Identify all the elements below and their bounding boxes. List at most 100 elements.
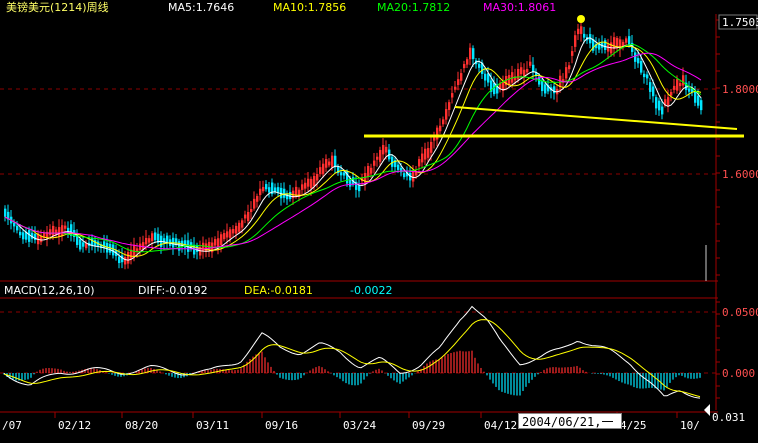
candle-body [373, 160, 376, 166]
candle-body [421, 153, 424, 163]
macd-header: MACD(12,26,10) DIFF:-0.0192 DEA:-0.0181 … [4, 284, 392, 297]
candle-body [646, 74, 649, 79]
candle-body [229, 229, 232, 238]
macd-bars-layer [3, 350, 701, 396]
chart-title: 美镑美元(1214)周线 [6, 0, 109, 14]
date-label: 09/29 [412, 419, 445, 432]
candle-body [19, 231, 22, 236]
candle-body [652, 86, 655, 97]
candle-body [328, 161, 331, 166]
candle-body [649, 82, 652, 92]
ma-line-ma30 [4, 52, 702, 250]
candle-body [508, 75, 511, 86]
cursor-date-box[interactable]: 2004/06/21,一 [518, 413, 622, 429]
candle-body [307, 178, 310, 187]
candle-body [148, 238, 151, 243]
header-row: 美镑美元(1214)周线 MA5:1.7646 MA10:1.7856 MA20… [6, 0, 556, 14]
candle-body [208, 241, 211, 251]
ma-line-ma10 [4, 41, 702, 257]
candle-body [616, 37, 619, 47]
candle-body [607, 44, 610, 52]
candle-body [418, 159, 421, 167]
candle-body [424, 148, 427, 160]
candle-body [202, 242, 205, 251]
candle-body [478, 63, 481, 68]
candle-body [82, 242, 85, 247]
candle-body [580, 26, 583, 34]
date-axis: /07 02/12 08/20 03/11 09/16 03/24 09/29 04/12 4/… [0, 404, 745, 432]
candle-body [574, 35, 577, 47]
ma-line-ma5 [4, 37, 702, 261]
candle-body [700, 100, 703, 111]
candle-body [247, 211, 250, 222]
date-label: /07 [2, 419, 22, 432]
candle-body [403, 173, 406, 178]
candle-body [439, 125, 442, 132]
candle-body [28, 230, 31, 242]
candle-body [544, 84, 547, 94]
candle-body [58, 227, 61, 237]
chart-canvas[interactable]: 美镑美元(1214)周线 MA5:1.7646 MA10:1.7856 MA20… [0, 0, 758, 443]
candle-body [55, 229, 58, 235]
candle-body [283, 188, 286, 198]
candle-body [628, 36, 631, 46]
candle-body [613, 37, 616, 50]
macd-value-label: -0.0022 [350, 284, 392, 297]
ma-line-ma20 [4, 43, 702, 253]
date-label: 03/11 [196, 419, 229, 432]
candle-body [667, 97, 670, 106]
candle-body [583, 33, 586, 38]
candle-body [232, 229, 235, 234]
candle-body [151, 233, 154, 242]
candle-body [568, 65, 571, 70]
candle-body [517, 68, 520, 80]
corner-value: 0.031 [712, 411, 745, 424]
candle-body [154, 232, 157, 241]
candle-body [379, 149, 382, 162]
candle-body [70, 224, 73, 236]
candle-body [427, 148, 430, 158]
macd-diff-label: DIFF:-0.0192 [138, 284, 208, 297]
candle-body [325, 159, 328, 168]
trend-line-neckline[interactable] [454, 106, 738, 130]
candle-body [679, 83, 682, 87]
candle-body [577, 28, 580, 35]
candle-body [358, 185, 361, 192]
candle-body [541, 81, 544, 92]
candle-body [463, 63, 466, 69]
ma-lines-layer [4, 37, 702, 261]
candles-layer [4, 20, 703, 270]
candle-body [253, 198, 256, 209]
candle-body [223, 233, 226, 240]
date-label: 10/ [680, 419, 700, 432]
candle-body [265, 184, 268, 190]
scroll-left-arrow-icon[interactable] [704, 404, 710, 416]
ma5-label: MA5:1.7646 [168, 1, 234, 14]
candle-body [532, 64, 535, 73]
candle-body [214, 239, 217, 246]
candle-body [451, 93, 454, 98]
candle-body [553, 86, 556, 94]
candle-body [22, 232, 25, 240]
candle-body [238, 222, 241, 232]
candle-body [340, 172, 343, 176]
candle-body [454, 86, 457, 90]
candle-body [268, 187, 271, 193]
candle-body [658, 100, 661, 111]
candle-body [103, 241, 106, 249]
candle-body [64, 225, 67, 229]
candle-body [262, 186, 265, 192]
candle-body [376, 156, 379, 160]
candle-body [94, 240, 97, 247]
candle-body [688, 88, 691, 92]
candle-body [625, 38, 628, 43]
candle-body [676, 79, 679, 91]
candle-body [226, 231, 229, 238]
price-axis-label-low: 1.6000 [722, 168, 758, 181]
candle-body [673, 85, 676, 90]
candle-body [274, 187, 277, 192]
candle-body [343, 172, 346, 176]
macd-dea-label: DEA:-0.0181 [244, 284, 313, 297]
candle-body [250, 209, 253, 213]
candle-body [79, 239, 82, 250]
